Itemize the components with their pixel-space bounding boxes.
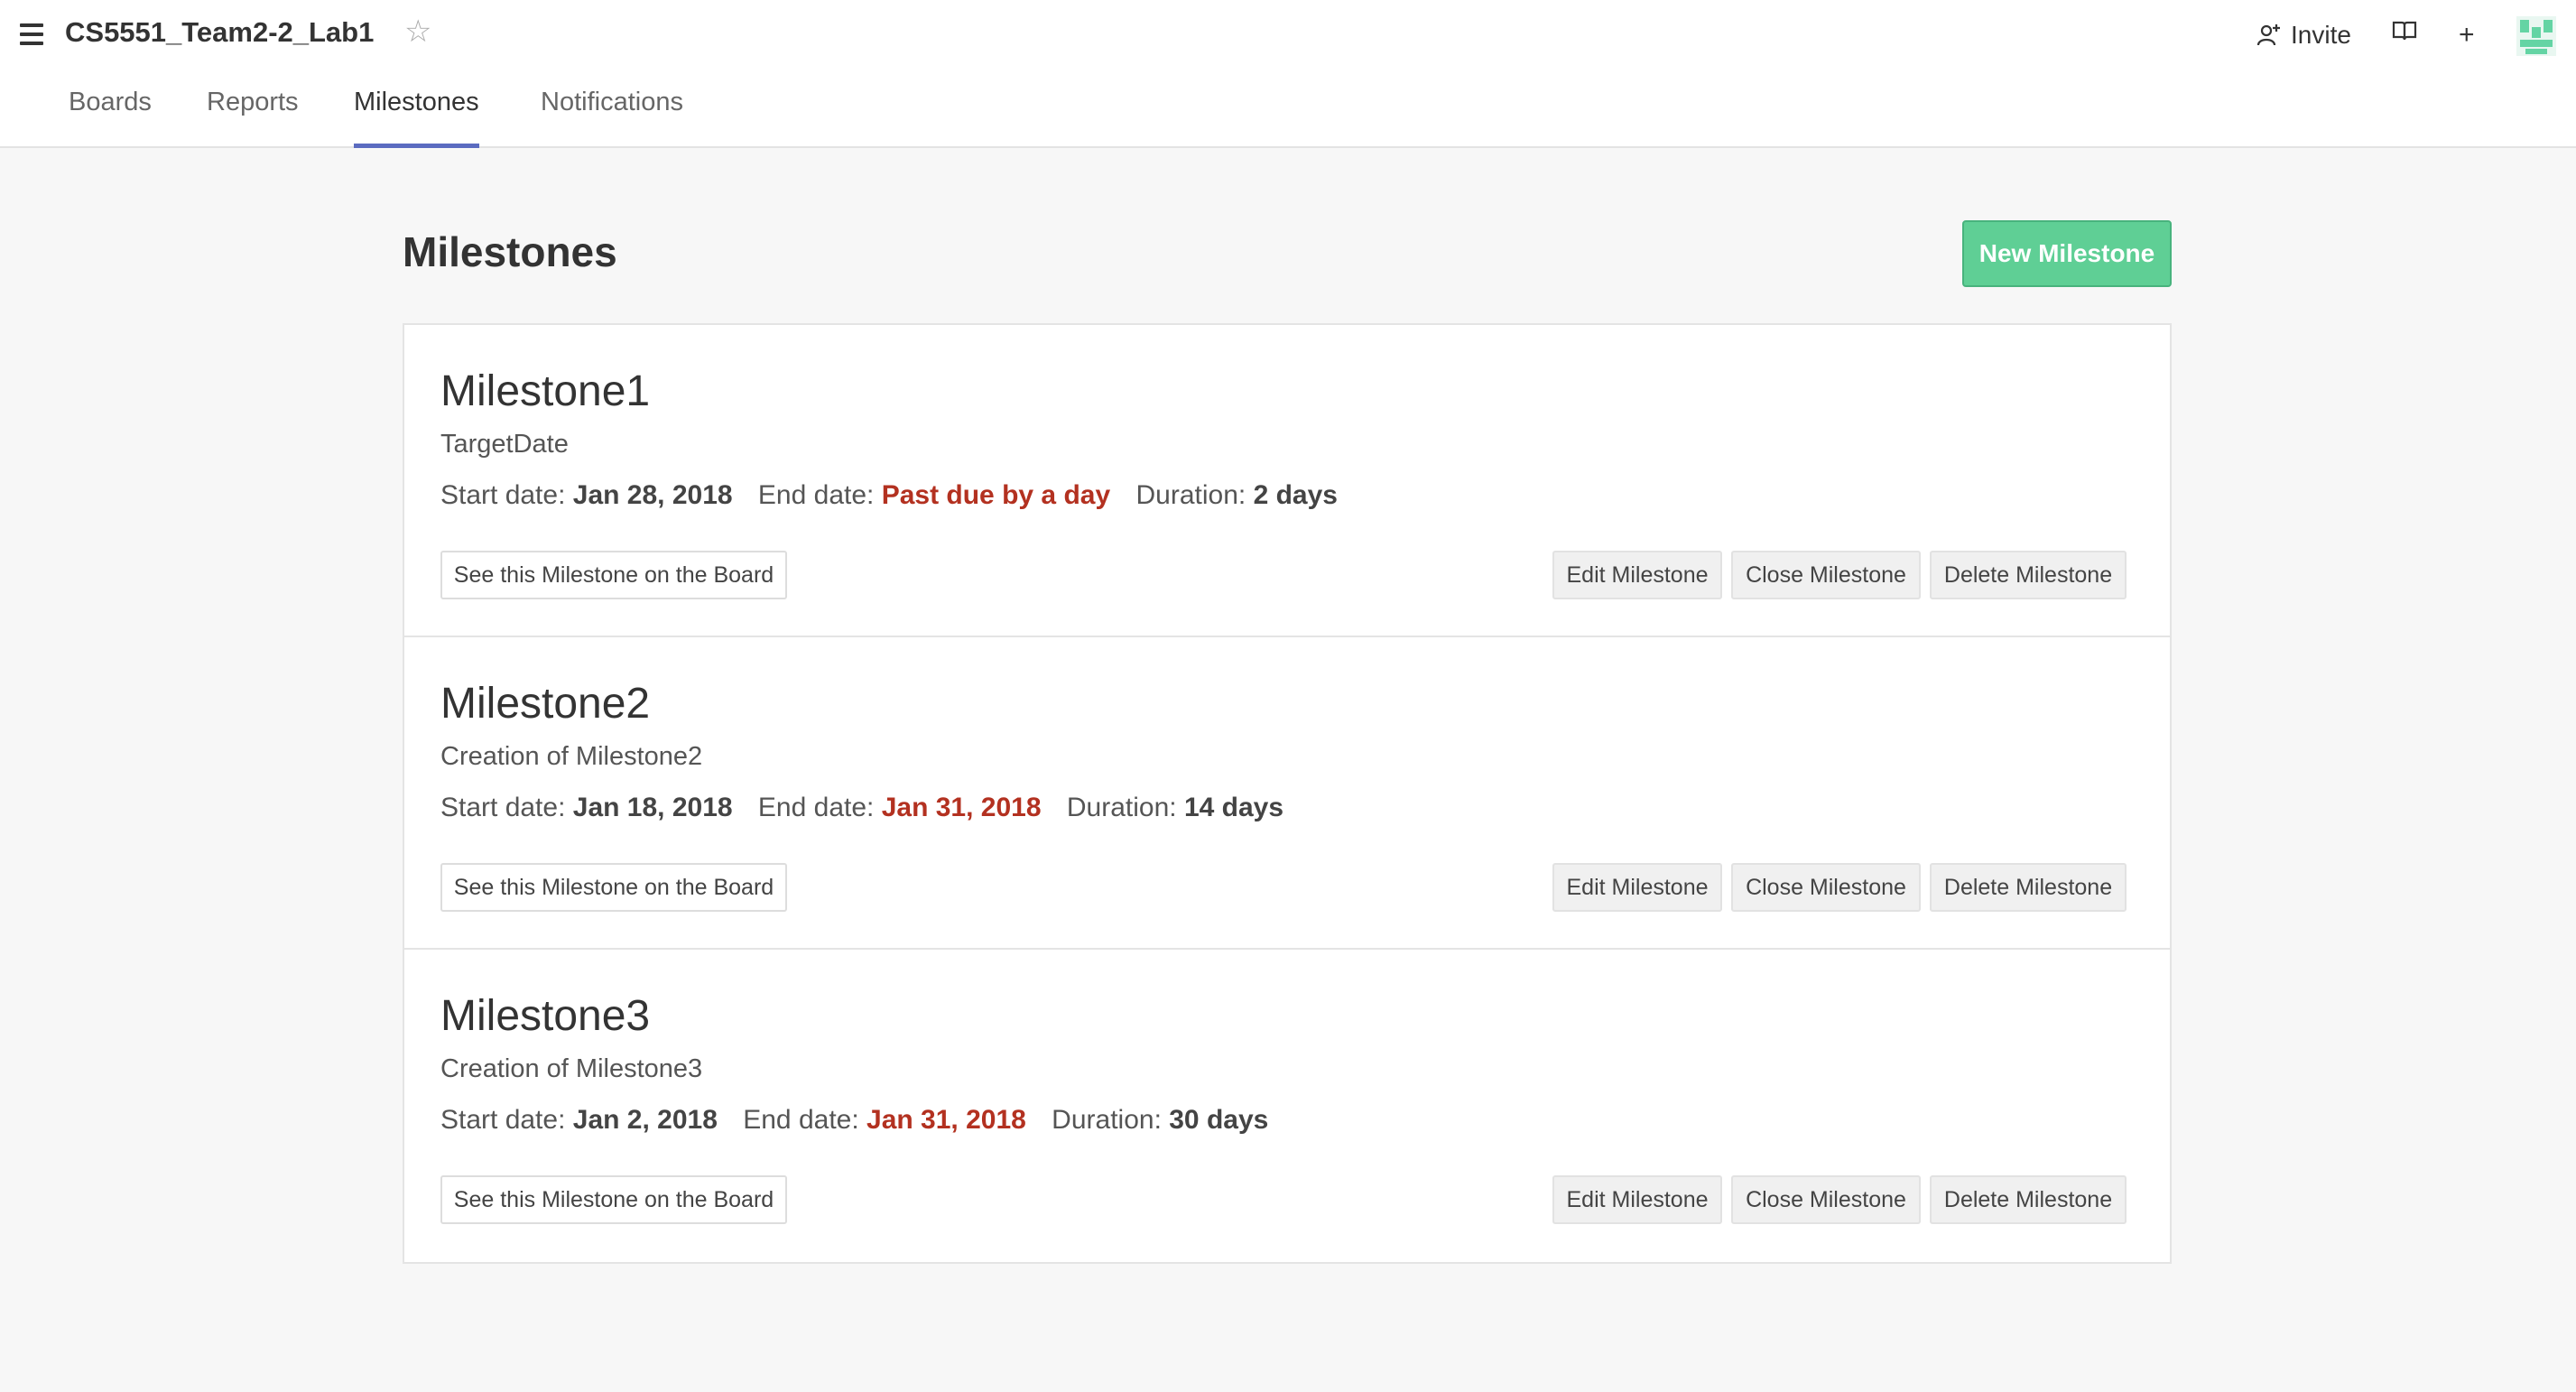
start-label: Start date: <box>440 1105 566 1135</box>
plus-icon[interactable]: + <box>2459 16 2475 54</box>
edit-milestone-button[interactable]: Edit Milestone <box>1552 551 1722 599</box>
end-label: End date: <box>757 793 875 822</box>
duration-label: Duration: <box>1052 1105 1162 1135</box>
start-label: Start date: <box>440 480 566 510</box>
start-date: Jan 2, 2018 <box>572 1105 718 1135</box>
invite-button[interactable]: Invite <box>2256 16 2351 54</box>
end-date: Jan 31, 2018 <box>881 793 1042 822</box>
end-label: End date: <box>757 480 875 510</box>
close-milestone-button[interactable]: Close Milestone <box>1731 1175 1921 1224</box>
delete-milestone-button[interactable]: Delete Milestone <box>1930 551 2127 599</box>
page-title: Milestones <box>403 228 617 275</box>
see-on-board-button[interactable]: See this Milestone on the Board <box>440 863 787 912</box>
duration-value: 14 days <box>1183 793 1284 822</box>
close-milestone-button[interactable]: Close Milestone <box>1731 863 1921 912</box>
milestone-meta: Start date: Jan 18, 2018 End date: Jan 3… <box>440 793 1283 823</box>
book-icon[interactable] <box>2392 16 2417 54</box>
milestone-meta: Start date: Jan 2, 2018 End date: Jan 31… <box>440 1105 1268 1136</box>
avatar[interactable] <box>2516 16 2556 56</box>
start-label: Start date: <box>440 793 566 822</box>
tab-notifications[interactable]: Notifications <box>541 81 683 148</box>
delete-milestone-button[interactable]: Delete Milestone <box>1930 1175 2127 1224</box>
add-person-icon <box>2256 24 2280 46</box>
see-on-board-button[interactable]: See this Milestone on the Board <box>440 551 787 599</box>
milestone-card: Milestone3 Creation of Milestone3 Start … <box>404 950 2170 1262</box>
delete-milestone-button[interactable]: Delete Milestone <box>1930 863 2127 912</box>
milestone-title[interactable]: Milestone1 <box>440 367 650 416</box>
milestone-title[interactable]: Milestone3 <box>440 991 650 1041</box>
milestone-meta: Start date: Jan 28, 2018 End date: Past … <box>440 480 1338 511</box>
milestone-card: Milestone2 Creation of Milestone2 Start … <box>404 637 2170 950</box>
duration-label: Duration: <box>1135 480 1246 510</box>
invite-label: Invite <box>2291 21 2351 49</box>
milestone-title[interactable]: Milestone2 <box>440 679 650 728</box>
start-date: Jan 18, 2018 <box>572 793 733 822</box>
duration-value: 30 days <box>1169 1105 1269 1135</box>
milestone-list: Milestone1 TargetDate Start date: Jan 28… <box>403 323 2172 1264</box>
milestone-description: Creation of Milestone2 <box>440 742 703 771</box>
duration-label: Duration: <box>1066 793 1177 822</box>
end-date: Past due by a day <box>881 480 1111 510</box>
end-date: Jan 31, 2018 <box>866 1105 1026 1135</box>
edit-milestone-button[interactable]: Edit Milestone <box>1552 1175 1722 1224</box>
start-date: Jan 28, 2018 <box>572 480 733 510</box>
end-label: End date: <box>743 1105 859 1135</box>
duration-value: 2 days <box>1253 480 1338 510</box>
menu-icon[interactable] <box>20 23 43 45</box>
see-on-board-button[interactable]: See this Milestone on the Board <box>440 1175 787 1224</box>
edit-milestone-button[interactable]: Edit Milestone <box>1552 863 1722 912</box>
repo-title[interactable]: CS5551_Team2-2_Lab1 <box>65 14 374 51</box>
milestone-description: TargetDate <box>440 430 569 459</box>
milestone-card: Milestone1 TargetDate Start date: Jan 28… <box>404 325 2170 637</box>
tab-reports[interactable]: Reports <box>207 81 299 148</box>
top-bar: CS5551_Team2-2_Lab1 ☆ Boards Reports Mil… <box>0 0 2576 148</box>
star-icon[interactable]: ☆ <box>404 14 431 50</box>
tab-boards[interactable]: Boards <box>69 81 152 148</box>
new-milestone-button[interactable]: New Milestone <box>1962 220 2172 287</box>
close-milestone-button[interactable]: Close Milestone <box>1731 551 1921 599</box>
tab-milestones[interactable]: Milestones <box>354 81 479 148</box>
milestone-description: Creation of Milestone3 <box>440 1054 703 1083</box>
